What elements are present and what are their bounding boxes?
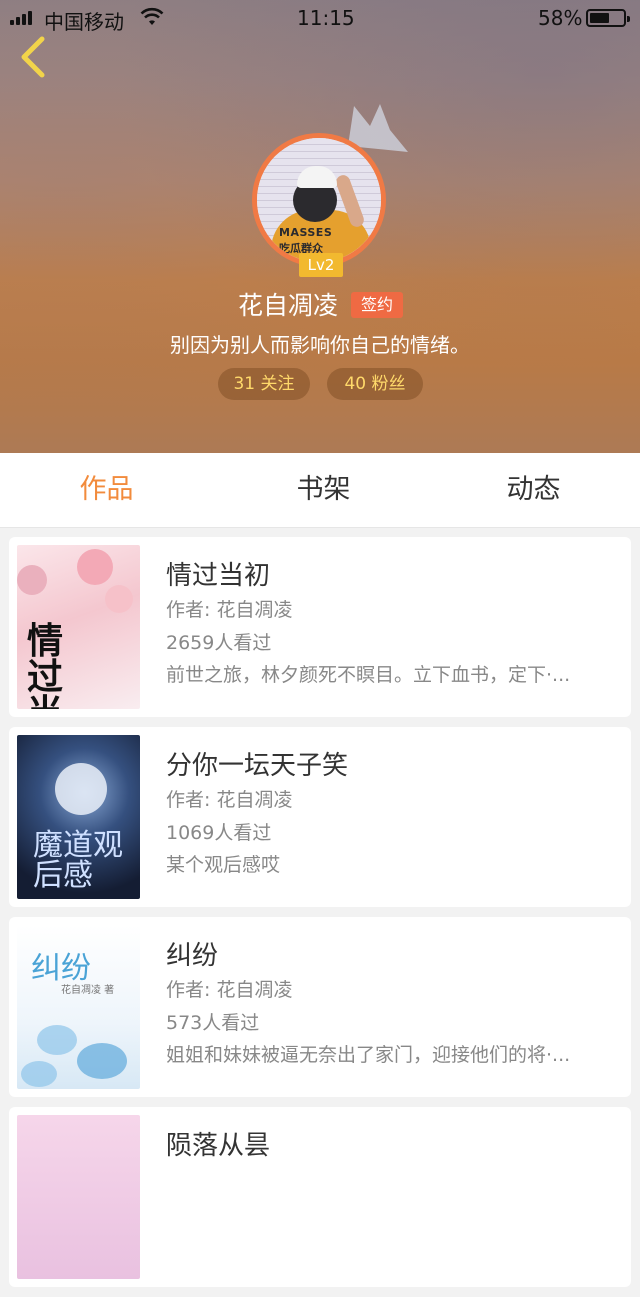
book-description: 前世之旅，林夕颜死不瞑目。立下血书，定下·... <box>166 664 571 686</box>
book-title: 情过当初 <box>166 561 271 591</box>
signed-badge: 签约 <box>351 292 403 318</box>
tab-works[interactable]: 作品 <box>0 453 213 527</box>
carrier-label: 中国移动 <box>44 10 124 34</box>
fans-count-button[interactable]: 40 粉丝 <box>327 368 423 400</box>
book-title: 陨落从昙 <box>166 1131 271 1161</box>
book-cover[interactable] <box>17 1115 140 1279</box>
book-cover[interactable]: 情过当初 <box>17 545 140 709</box>
profile-header: 中国移动 11:15 58% MASSES 吃瓜群众 Lv2 花自凋凌 签约 别… <box>0 0 640 453</box>
book-author: 作者: 花自凋凌 <box>166 599 293 621</box>
book-views: 1069人看过 <box>166 822 272 844</box>
chevron-left-icon[interactable] <box>14 34 54 80</box>
signal-icon <box>10 11 38 25</box>
book-views: 573人看过 <box>166 1012 260 1034</box>
book-title: 分你一坛天子笑 <box>166 751 349 781</box>
book-card[interactable]: 情过当初 情过当初 作者: 花自凋凌 2659人看过 前世之旅，林夕颜死不瞑目。… <box>9 537 631 717</box>
wifi-icon <box>140 7 164 25</box>
book-description: 姐姐和妹妹被逼无奈出了家门，迎接他们的将·... <box>166 1044 571 1066</box>
book-card[interactable]: 陨落从昙 <box>9 1107 631 1287</box>
user-bio: 别因为别人而影响你自己的情绪。 <box>170 333 470 357</box>
avatar-shirt-text: MASSES <box>279 226 333 239</box>
book-author: 作者: 花自凋凌 <box>166 789 293 811</box>
cover-author: 花自凋凌 著 <box>61 985 115 996</box>
tab-bookshelf[interactable]: 书架 <box>217 453 430 527</box>
cover-title: 情过当初 <box>27 620 64 709</box>
book-card[interactable]: 纠纷 花自凋凌 著 纠纷 作者: 花自凋凌 573人看过 姐姐和妹妹被逼无奈出了… <box>9 917 631 1097</box>
book-author: 作者: 花自凋凌 <box>166 979 293 1001</box>
following-count-button[interactable]: 31 关注 <box>218 368 310 400</box>
book-views: 2659人看过 <box>166 632 272 654</box>
battery-icon <box>586 9 630 27</box>
works-list: 情过当初 情过当初 作者: 花自凋凌 2659人看过 前世之旅，林夕颜死不瞑目。… <box>9 537 631 1297</box>
avatar[interactable]: MASSES 吃瓜群众 <box>257 138 381 262</box>
tab-activity[interactable]: 动态 <box>427 453 640 527</box>
book-cover[interactable]: 魔道观后感 <box>17 735 140 899</box>
book-card[interactable]: 魔道观后感 分你一坛天子笑 作者: 花自凋凌 1069人看过 某个观后感哎 <box>9 727 631 907</box>
cover-title: 魔道观后感 <box>33 828 123 893</box>
tab-bar: 作品 书架 动态 <box>0 453 640 528</box>
book-description: 某个观后感哎 <box>166 854 281 876</box>
book-title: 纠纷 <box>166 941 219 971</box>
book-cover[interactable]: 纠纷 花自凋凌 著 <box>17 925 140 1089</box>
status-bar: 中国移动 11:15 58% <box>0 0 640 36</box>
battery-percent: 58% <box>538 6 583 30</box>
user-name: 花自凋凌 <box>238 291 339 320</box>
level-badge: Lv2 <box>299 253 343 277</box>
clock: 11:15 <box>297 6 355 30</box>
